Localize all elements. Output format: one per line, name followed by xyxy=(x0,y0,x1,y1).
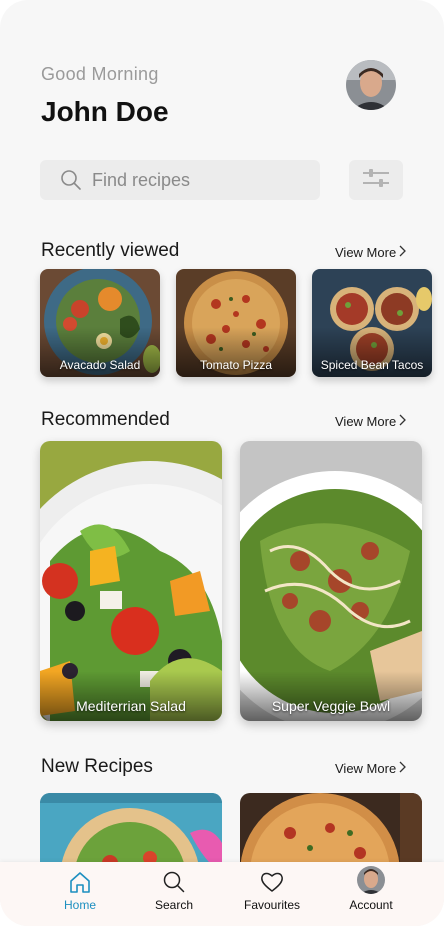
recipe-label: Spiced Bean Tacos xyxy=(320,358,424,372)
app-screen: Good Morning John Doe Recently viewed xyxy=(0,0,444,926)
nav-label: Account xyxy=(349,898,393,912)
bottom-navigation: Home Search Favourites Account xyxy=(0,862,444,926)
new-recipes-title: New Recipes xyxy=(41,756,153,777)
recipe-label: Super Veggie Bowl xyxy=(271,698,391,714)
nav-search[interactable]: Search xyxy=(129,870,219,912)
recent-recipe-card[interactable]: Spiced Bean Tacos xyxy=(312,269,432,377)
chevron-right-icon xyxy=(399,245,407,260)
recommended-recipe-card[interactable]: Super Veggie Bowl xyxy=(240,441,422,721)
home-icon xyxy=(35,870,125,894)
filter-button[interactable] xyxy=(349,160,403,200)
new-recipes-view-more[interactable]: View More xyxy=(335,761,407,776)
recent-recipe-card[interactable]: Tomato Pizza xyxy=(176,269,296,377)
nav-label: Search xyxy=(154,898,194,912)
recently-viewed-view-more[interactable]: View More xyxy=(335,245,407,260)
search-icon xyxy=(129,870,219,894)
search-input[interactable] xyxy=(92,169,302,191)
recently-viewed-title: Recently viewed xyxy=(41,240,180,261)
nav-label: Favourites xyxy=(243,898,301,912)
heart-icon xyxy=(227,870,317,894)
user-name: John Doe xyxy=(41,96,169,127)
recommended-title: Recommended xyxy=(41,409,170,430)
nav-label: Home xyxy=(63,898,96,912)
account-avatar-icon xyxy=(326,866,416,894)
view-more-label: View More xyxy=(335,761,397,776)
recipe-label: Mediterrian Salad xyxy=(76,698,186,714)
nav-favourites[interactable]: Favourites xyxy=(227,870,317,912)
recipe-label: Avacado Salad xyxy=(59,358,141,372)
nav-home[interactable]: Home xyxy=(35,870,125,912)
sliders-icon xyxy=(362,167,390,194)
recommended-view-more[interactable]: View More xyxy=(335,414,407,429)
nav-account[interactable]: Account xyxy=(326,866,416,912)
view-more-label: View More xyxy=(335,245,397,260)
search-icon xyxy=(60,169,82,191)
recommended-recipe-card[interactable]: Mediterrian Salad xyxy=(40,441,222,721)
view-more-label: View More xyxy=(335,414,397,429)
recipe-label: Tomato Pizza xyxy=(199,358,273,372)
greeting-text: Good Morning xyxy=(41,64,159,84)
search-bar[interactable] xyxy=(40,160,320,200)
recent-recipe-card[interactable]: Avacado Salad xyxy=(40,269,160,377)
chevron-right-icon xyxy=(399,414,407,429)
chevron-right-icon xyxy=(399,761,407,776)
profile-avatar[interactable] xyxy=(346,60,396,110)
